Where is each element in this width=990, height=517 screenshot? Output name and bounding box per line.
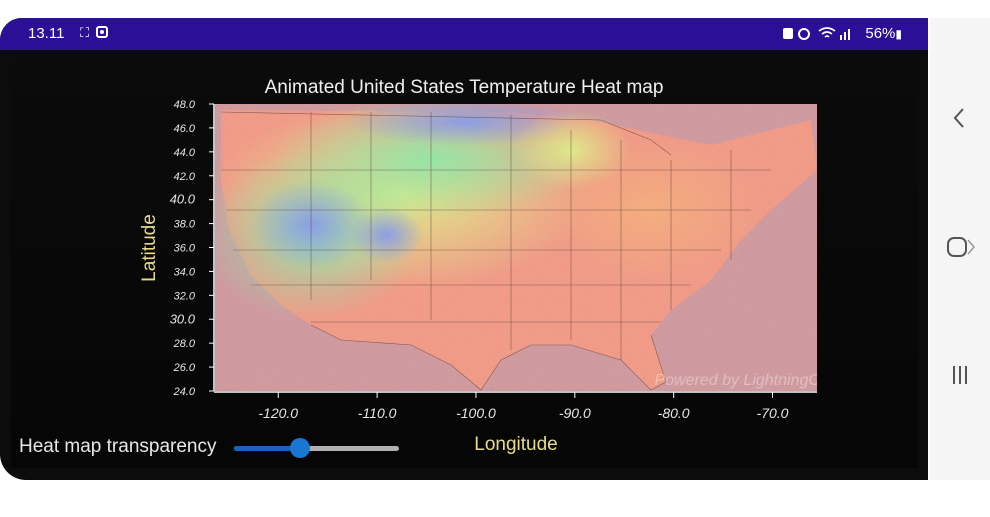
chart-title: Animated United States Temperature Heat … xyxy=(265,77,664,98)
y-tick-label: 44.0 xyxy=(174,147,196,159)
photo-icon xyxy=(96,26,108,41)
home-icon[interactable] xyxy=(946,235,976,259)
transparency-label: Heat map transparency xyxy=(19,436,217,457)
battery-icon: ▮ xyxy=(895,27,902,41)
y-axis-ticks: 48.0 46.0 44.0 42.0 40.0 38.0 36.0 34.0 32.0 30.0… xyxy=(170,99,214,398)
noise-texture xyxy=(215,104,817,391)
back-icon[interactable] xyxy=(948,106,972,130)
screenshot-icon: ⛶ xyxy=(80,25,90,40)
x-tick-label: -80.0 xyxy=(658,405,690,421)
y-tick-label: 42.0 xyxy=(174,171,196,183)
phone-screen: 13.11 ⛶ 56%▮ Animated United States Temp… xyxy=(0,18,928,480)
x-tick-label: -120.0 xyxy=(258,405,298,421)
y-tick-label: 40.0 xyxy=(170,192,196,207)
x-tick-label: -70.0 xyxy=(757,405,789,421)
y-tick-label: 36.0 xyxy=(174,243,196,255)
heatmap-surface: Powered by LightningChart xyxy=(215,104,848,391)
y-tick-label: 30.0 xyxy=(170,311,196,326)
y-tick-label: 34.0 xyxy=(174,266,196,278)
y-tick-label: 48.0 xyxy=(174,99,196,111)
alarm-icon xyxy=(782,27,814,43)
navigation-bar xyxy=(930,18,990,480)
battery-text: 56% xyxy=(865,25,896,42)
temperature-chart: Animated United States Temperature Heat … xyxy=(139,77,848,455)
x-tick-label: -90.0 xyxy=(559,405,591,421)
y-tick-label: 46.0 xyxy=(174,123,196,135)
x-tick-label: -110.0 xyxy=(358,405,397,421)
y-tick-label: 32.0 xyxy=(174,290,196,302)
transparency-slider[interactable] xyxy=(234,437,399,459)
heatmap-app: Animated United States Temperature Heat … xyxy=(11,60,918,468)
y-tick-label: 28.0 xyxy=(173,338,196,350)
slider-thumb[interactable] xyxy=(290,438,310,458)
x-tick-label: -100.0 xyxy=(456,405,496,421)
recents-icon[interactable] xyxy=(948,363,972,387)
x-axis-label: Longitude xyxy=(474,434,557,455)
y-tick-label: 38.0 xyxy=(174,219,196,231)
watermark: Powered by LightningChart xyxy=(654,372,848,389)
x-axis-ticks: -120.0 -110.0 -100.0 -90.0 -80.0 -70.0 xyxy=(258,392,789,421)
y-tick-label: 26.0 xyxy=(173,362,196,374)
status-bar: 13.11 ⛶ 56%▮ xyxy=(0,18,928,50)
y-axis-label: Latitude xyxy=(139,214,160,282)
clock: 13.11 xyxy=(28,25,65,42)
wifi-icon xyxy=(818,26,854,44)
y-tick-label: 24.0 xyxy=(173,386,196,398)
battery-level: 56%▮ xyxy=(865,25,902,42)
